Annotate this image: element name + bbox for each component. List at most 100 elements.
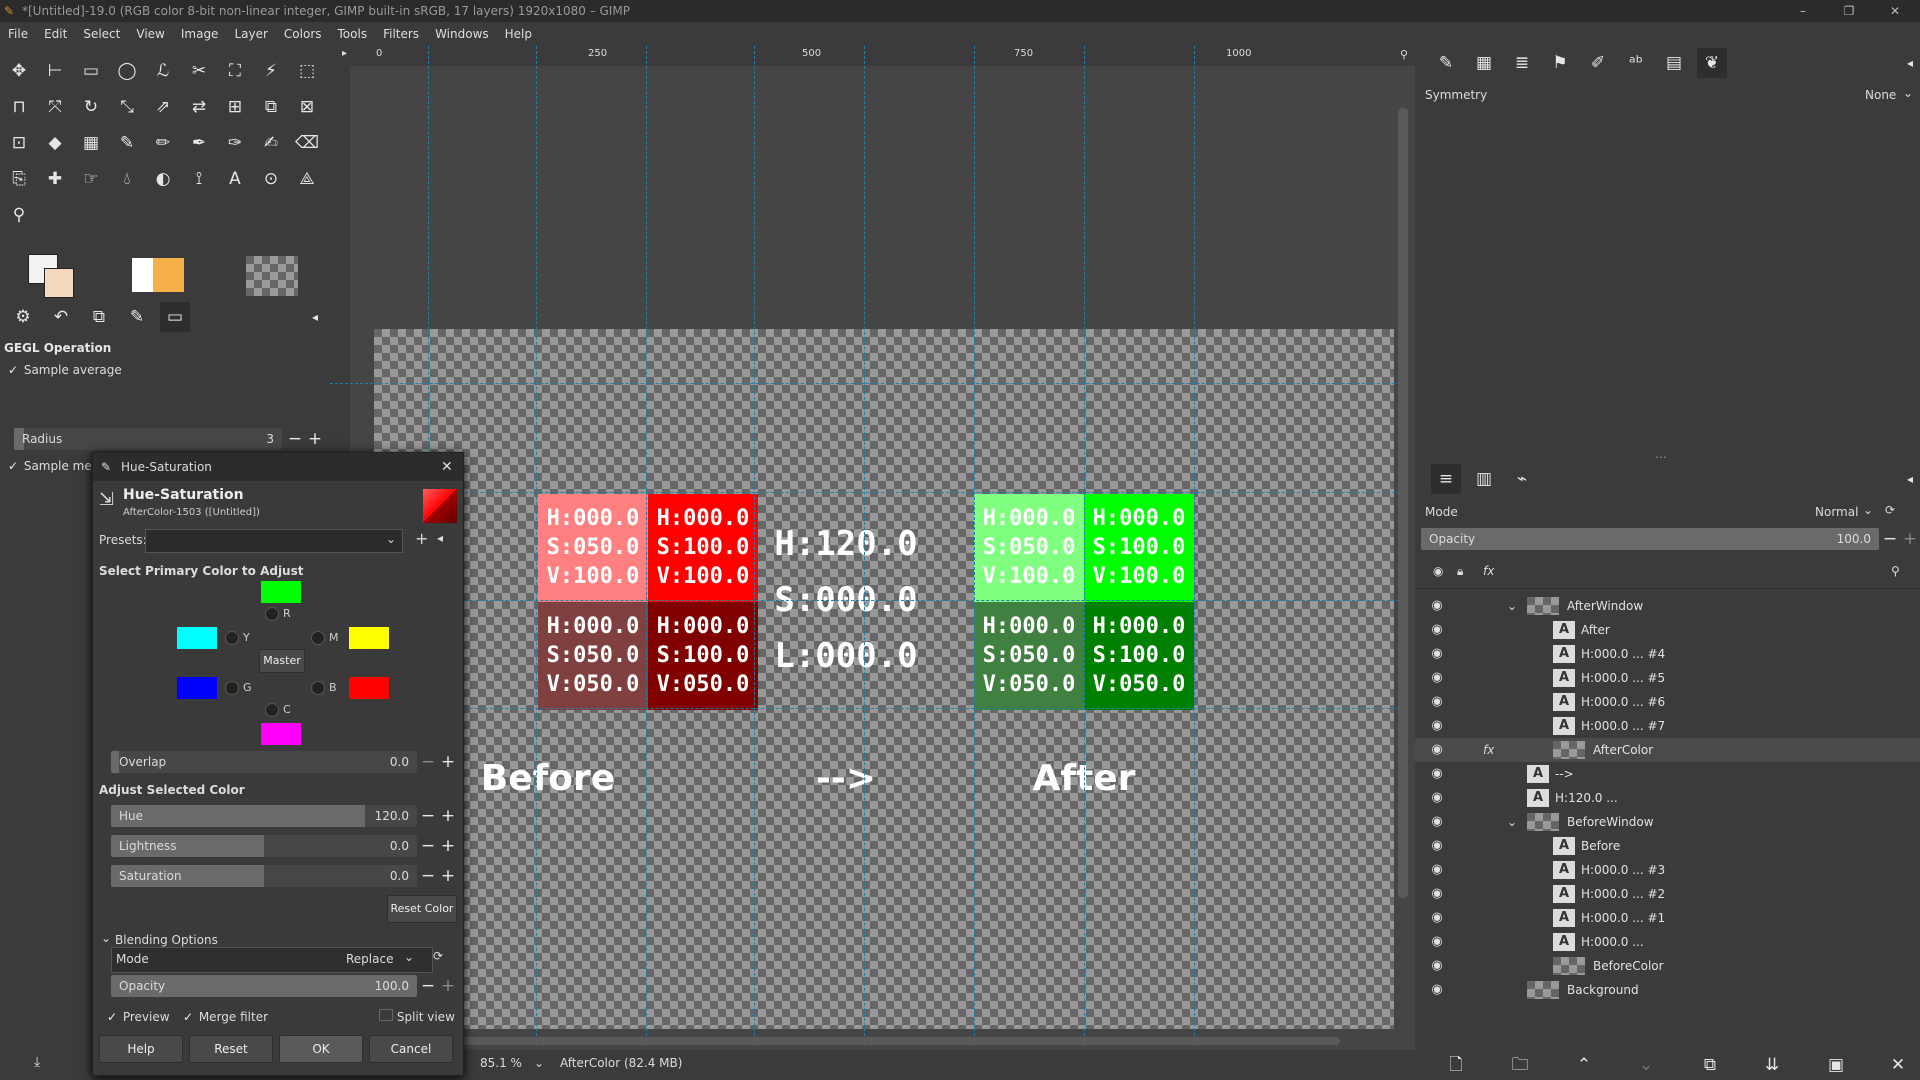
visibility-eye-icon[interactable]: ◉ bbox=[1427, 666, 1447, 690]
layer-opacity-decrement-button[interactable]: − bbox=[1881, 528, 1899, 550]
overlap-increment-button[interactable]: + bbox=[439, 751, 457, 773]
pencil-icon[interactable]: ✏ bbox=[148, 128, 178, 158]
scale-icon[interactable]: ⤡ bbox=[112, 92, 142, 122]
hue-increment-button[interactable]: + bbox=[439, 805, 457, 827]
images-tab-icon[interactable]: ▭ bbox=[160, 302, 190, 332]
new-layer-icon[interactable]: 🗋︎ bbox=[1441, 1050, 1471, 1080]
layer-mask-icon[interactable]: ▣ bbox=[1821, 1050, 1851, 1080]
zoom-follow-icon[interactable]: ⚲ bbox=[1400, 48, 1408, 61]
visibility-eye-icon[interactable]: ◉ bbox=[1427, 618, 1447, 642]
close-window-icon[interactable]: ✕ bbox=[1872, 0, 1918, 22]
visibility-eye-icon[interactable]: ◉ bbox=[1427, 882, 1447, 906]
visibility-eye-icon[interactable]: ◉ bbox=[1427, 642, 1447, 666]
image-preview-icon[interactable] bbox=[246, 256, 298, 296]
lightness-increment-button[interactable]: + bbox=[439, 835, 457, 857]
heal-icon[interactable]: ✚ bbox=[40, 164, 70, 194]
layer-opacity-increment-button[interactable]: + bbox=[1901, 528, 1919, 550]
layer-effects-icon[interactable]: fx bbox=[1483, 738, 1494, 762]
symmetry-icon[interactable]: ❦ bbox=[1697, 48, 1727, 78]
layer-row[interactable]: ◉ A H:000.0 ... #4 bbox=[1415, 642, 1920, 666]
overlap-decrement-button[interactable]: − bbox=[419, 751, 437, 773]
3d-transform-icon[interactable]: ⧉ bbox=[256, 92, 286, 122]
layer-row[interactable]: ◉ A H:000.0 ... bbox=[1415, 930, 1920, 954]
menu-file[interactable]: File bbox=[0, 22, 36, 46]
visibility-eye-icon[interactable]: ◉ bbox=[1427, 978, 1447, 1002]
measure-icon[interactable]: ⟁ bbox=[292, 164, 322, 194]
move-icon[interactable]: ✥ bbox=[4, 56, 34, 86]
fonts-icon[interactable]: ᵃᵇ bbox=[1621, 48, 1651, 78]
visibility-eye-icon[interactable]: ◉ bbox=[1427, 954, 1447, 978]
paint-dynamics-icon[interactable]: ✐ bbox=[1583, 48, 1613, 78]
sample-average-checkbox[interactable]: ✓ Sample average bbox=[8, 358, 122, 382]
cage-icon[interactable]: ⊡ bbox=[4, 128, 34, 158]
tool-options-tab-icon[interactable]: ⚙ bbox=[8, 302, 38, 332]
gradient-icon[interactable]: ▦ bbox=[76, 128, 106, 158]
align-icon[interactable]: ⊢ bbox=[40, 56, 70, 86]
layer-row[interactable]: ◉ A H:000.0 ... #3 bbox=[1415, 858, 1920, 882]
layers-dock-menu-icon[interactable]: ◂ bbox=[1895, 464, 1920, 494]
ruler-corner-icon[interactable]: ▸ bbox=[342, 48, 347, 59]
saturation-decrement-button[interactable]: − bbox=[419, 865, 437, 887]
dynamics-icon[interactable]: ⚑ bbox=[1545, 48, 1575, 78]
visibility-eye-icon[interactable]: ◉ bbox=[1427, 810, 1447, 834]
layer-row[interactable]: ◉ BeforeColor bbox=[1415, 954, 1920, 978]
eraser-icon[interactable]: ⌫ bbox=[292, 128, 322, 158]
hue-decrement-button[interactable]: − bbox=[419, 805, 437, 827]
lower-layer-icon[interactable]: ⌄ bbox=[1631, 1050, 1661, 1080]
brushes-icon[interactable]: ✎ bbox=[1431, 48, 1461, 78]
warp-icon[interactable]: ⊠ bbox=[292, 92, 322, 122]
smudge-icon[interactable]: ☞ bbox=[76, 164, 106, 194]
patterns-icon[interactable]: ▦ bbox=[1469, 48, 1499, 78]
scissors-select-icon[interactable]: ✂ bbox=[184, 56, 214, 86]
layer-row[interactable]: ◉ A H:000.0 ... #1 bbox=[1415, 906, 1920, 930]
saturation-slider[interactable]: Saturation 0.0 bbox=[111, 865, 417, 887]
radius-decrement-button[interactable]: − bbox=[286, 428, 304, 450]
reset-button[interactable]: Reset bbox=[189, 1035, 273, 1063]
opacity-increment-button[interactable]: + bbox=[439, 975, 457, 997]
ellipse-select-icon[interactable]: ◯ bbox=[112, 56, 142, 86]
visibility-eye-icon[interactable]: ◉ bbox=[1427, 906, 1447, 930]
blend-opacity-slider[interactable]: Opacity 100.0 bbox=[111, 975, 417, 997]
unified-transform-icon[interactable]: ⤧ bbox=[40, 92, 70, 122]
composite-mode-icon[interactable]: ⟳ bbox=[433, 949, 443, 963]
menu-help[interactable]: Help bbox=[497, 22, 540, 46]
radio-blue[interactable] bbox=[311, 681, 325, 695]
layer-row[interactable]: ◉ A After bbox=[1415, 618, 1920, 642]
layer-row[interactable]: ◉ A H:000.0 ... #5 bbox=[1415, 666, 1920, 690]
help-button[interactable]: Help bbox=[99, 1035, 183, 1063]
ok-button[interactable]: OK bbox=[279, 1035, 363, 1063]
menu-edit[interactable]: Edit bbox=[36, 22, 75, 46]
ink-icon[interactable]: ✑ bbox=[220, 128, 250, 158]
rect-select-icon[interactable]: ▭ bbox=[76, 56, 106, 86]
maximize-icon[interactable]: ❐ bbox=[1826, 0, 1872, 22]
blending-expander-icon[interactable]: ⌄ bbox=[101, 931, 111, 945]
composite-mode-icon[interactable]: ⟳ bbox=[1885, 503, 1895, 517]
new-layer-group-icon[interactable]: 🗀︎ bbox=[1505, 1050, 1535, 1080]
text-icon[interactable]: A bbox=[220, 164, 250, 194]
zoom-dropdown-icon[interactable]: ⌄ bbox=[534, 1056, 544, 1070]
duplicate-layer-icon[interactable]: ⧉ bbox=[1695, 1050, 1725, 1080]
visibility-eye-icon[interactable]: ◉ bbox=[1427, 858, 1447, 882]
menu-image[interactable]: Image bbox=[173, 22, 227, 46]
gradients-icon[interactable]: ≣ bbox=[1507, 48, 1537, 78]
mypaint-brush-icon[interactable]: ✍ bbox=[256, 128, 286, 158]
canvas-area[interactable]: ▸ 0 250 500 750 1000 ⚲ H:000.0 S:050.0 V:1… bbox=[330, 46, 1415, 1080]
preview-checkbox[interactable]: ✓ Preview bbox=[107, 1005, 170, 1029]
layer-opacity-slider[interactable]: Opacity 100.0 bbox=[1421, 528, 1879, 550]
raise-layer-icon[interactable]: ⌃ bbox=[1569, 1050, 1599, 1080]
preset-menu-icon[interactable]: ◂ bbox=[437, 531, 443, 545]
rotate-icon[interactable]: ↻ bbox=[76, 92, 106, 122]
free-select-icon[interactable]: ℒ bbox=[148, 56, 178, 86]
horizontal-scrollbar[interactable] bbox=[390, 1037, 1340, 1045]
dialog-close-icon[interactable]: ✕ bbox=[441, 453, 453, 481]
layer-search-icon[interactable]: ⚲ bbox=[1891, 564, 1900, 578]
layer-row[interactable]: ◉ ⌄ AfterWindow bbox=[1415, 594, 1920, 618]
presets-dropdown[interactable]: ⌄ bbox=[145, 529, 403, 553]
reset-color-button[interactable]: Reset Color bbox=[387, 895, 457, 923]
select-by-color-icon[interactable]: ⬚ bbox=[292, 56, 322, 86]
visibility-eye-icon[interactable]: ◉ bbox=[1427, 690, 1447, 714]
radio-magenta[interactable] bbox=[311, 631, 325, 645]
group-expander-icon[interactable]: ⌄ bbox=[1507, 810, 1517, 834]
minimize-icon[interactable]: – bbox=[1780, 0, 1826, 22]
opacity-decrement-button[interactable]: − bbox=[419, 975, 437, 997]
